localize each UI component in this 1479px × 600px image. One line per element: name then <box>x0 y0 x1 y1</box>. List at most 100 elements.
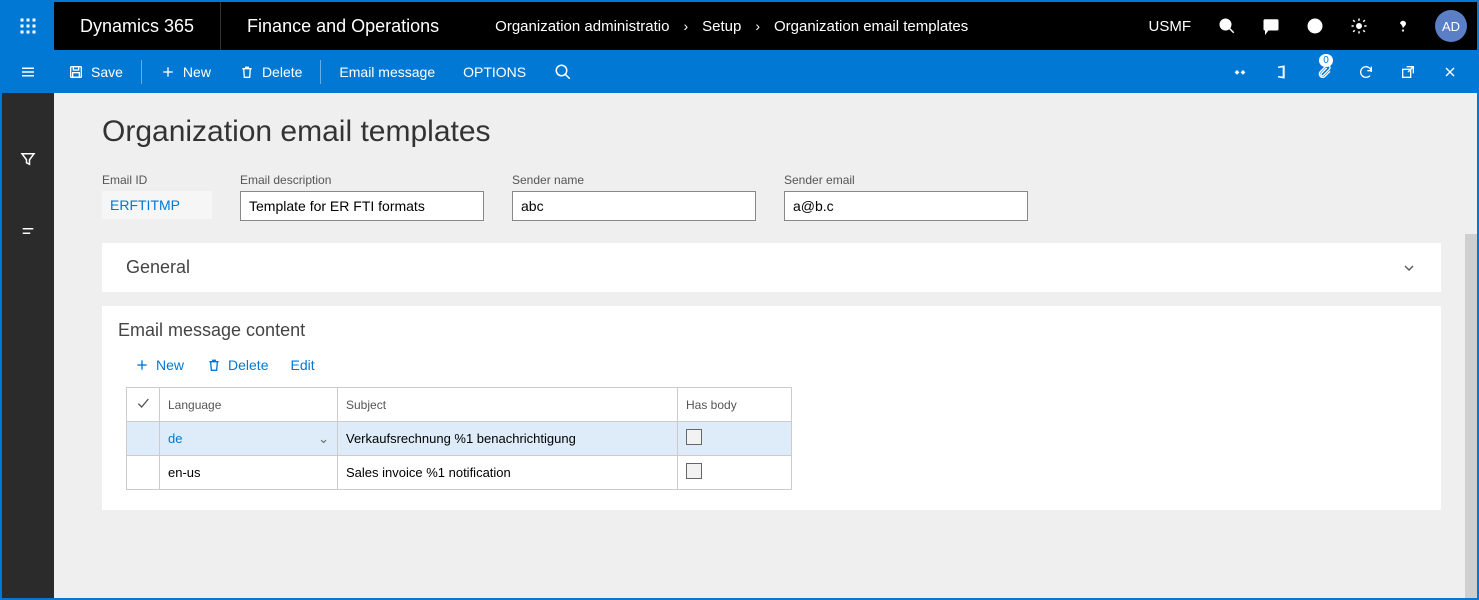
search-icon <box>554 63 572 81</box>
smile-button[interactable] <box>1293 2 1337 50</box>
grid-edit-button[interactable]: Edit <box>290 357 314 373</box>
main-area: Organization email templates Email ID ER… <box>2 93 1477 598</box>
email-content-grid: Language Subject Has body de ⌄ Ve <box>126 387 792 490</box>
email-description-input[interactable] <box>240 191 484 221</box>
breadcrumb-item[interactable]: Organization email templates <box>774 18 968 35</box>
scrollbar[interactable] <box>1465 234 1477 598</box>
funnel-icon <box>19 150 37 168</box>
trash-icon <box>206 357 222 373</box>
app-launcher-button[interactable] <box>2 2 54 50</box>
email-id-value[interactable]: ERFTITMP <box>102 191 212 219</box>
grid-toolbar: New Delete Edit <box>126 347 1417 387</box>
delete-button[interactable]: Delete <box>225 50 316 93</box>
save-button[interactable]: Save <box>54 50 137 93</box>
language-cell[interactable]: de ⌄ <box>160 422 338 456</box>
new-button[interactable]: New <box>146 50 225 93</box>
popout-button[interactable] <box>1387 50 1429 93</box>
col-subject-header[interactable]: Subject <box>338 388 678 422</box>
header-fields: Email ID ERFTITMP Email description Send… <box>102 173 1463 221</box>
gear-icon <box>1350 17 1368 35</box>
subject-cell[interactable]: Verkaufsrechnung %1 benachrichtigung <box>338 422 678 456</box>
grid-edit-label: Edit <box>290 357 314 373</box>
email-message-label: Email message <box>339 64 435 80</box>
office-button[interactable] <box>1261 50 1303 93</box>
hasbody-cell[interactable] <box>678 422 792 456</box>
subject-cell[interactable]: Sales invoice %1 notification <box>338 456 678 490</box>
options-button[interactable]: OPTIONS <box>449 50 540 93</box>
chevron-right-icon: › <box>683 18 688 34</box>
chevron-down-icon <box>1401 260 1417 276</box>
field-label: Email ID <box>102 173 212 187</box>
question-icon <box>1394 17 1412 35</box>
col-language-header[interactable]: Language <box>160 388 338 422</box>
waffle-icon <box>19 17 37 35</box>
office-icon <box>1274 64 1290 80</box>
grid-new-label: New <box>156 357 184 373</box>
chevron-down-icon[interactable]: ⌄ <box>318 431 329 447</box>
help-button[interactable] <box>1381 2 1425 50</box>
settings-button[interactable] <box>1337 2 1381 50</box>
checkbox[interactable] <box>686 429 702 445</box>
hasbody-cell[interactable] <box>678 456 792 490</box>
save-icon <box>68 64 84 80</box>
related-info-button[interactable] <box>2 215 54 247</box>
close-button[interactable] <box>1429 50 1471 93</box>
panel-general-title: General <box>126 257 190 278</box>
search-button[interactable] <box>1205 2 1249 50</box>
table-row[interactable]: de ⌄ Verkaufsrechnung %1 benachrichtigun… <box>127 422 792 456</box>
separator <box>320 60 321 84</box>
hamburger-icon <box>19 63 37 81</box>
field-label: Email description <box>240 173 484 187</box>
company-picker[interactable]: USMF <box>1135 18 1206 35</box>
search-icon <box>1218 17 1236 35</box>
topbar-actions: AD <box>1205 2 1477 50</box>
actionbar-search-button[interactable] <box>540 50 586 93</box>
table-row[interactable]: en-us Sales invoice %1 notification <box>127 456 792 490</box>
separator <box>141 60 142 84</box>
feedback-button[interactable] <box>1249 2 1293 50</box>
close-icon <box>1442 64 1458 80</box>
brand-label[interactable]: Dynamics 365 <box>54 16 220 37</box>
content-area: Organization email templates Email ID ER… <box>54 93 1477 598</box>
filter-button[interactable] <box>2 143 54 175</box>
options-label: OPTIONS <box>463 64 526 80</box>
refresh-button[interactable] <box>1345 50 1387 93</box>
smile-icon <box>1306 17 1324 35</box>
lines-icon <box>19 222 37 240</box>
language-value: de <box>168 431 182 446</box>
language-cell[interactable]: en-us <box>160 456 338 490</box>
trash-icon <box>239 64 255 80</box>
plus-icon <box>134 357 150 373</box>
panel-general: General <box>102 243 1441 292</box>
col-hasbody-header[interactable]: Has body <box>678 388 792 422</box>
nav-toggle-button[interactable] <box>2 63 54 81</box>
app-name-label[interactable]: Finance and Operations <box>221 16 465 37</box>
new-label: New <box>183 64 211 80</box>
chat-icon <box>1262 17 1280 35</box>
sender-email-input[interactable] <box>784 191 1028 221</box>
plus-icon <box>160 64 176 80</box>
row-select-cell[interactable] <box>127 456 160 490</box>
user-avatar[interactable]: AD <box>1435 10 1467 42</box>
save-label: Save <box>91 64 123 80</box>
row-select-cell[interactable] <box>127 422 160 456</box>
grid-delete-button[interactable]: Delete <box>206 357 268 373</box>
breadcrumb-item[interactable]: Organization administratio <box>495 18 669 35</box>
checkmark-icon <box>135 395 151 411</box>
panel-email-content-title: Email message content <box>102 306 1441 347</box>
panel-email-content: Email message content New Delete Edit <box>102 306 1441 510</box>
field-sender-name: Sender name <box>512 173 756 221</box>
grid-new-button[interactable]: New <box>134 357 184 373</box>
sender-name-input[interactable] <box>512 191 756 221</box>
breadcrumb-item[interactable]: Setup <box>702 18 741 35</box>
left-rail <box>2 93 54 598</box>
link-button[interactable] <box>1219 50 1261 93</box>
field-sender-email: Sender email <box>784 173 1028 221</box>
attachment-badge: 0 <box>1319 54 1333 67</box>
col-select-header[interactable] <box>127 388 160 422</box>
checkbox[interactable] <box>686 463 702 479</box>
field-label: Sender name <box>512 173 756 187</box>
email-message-button[interactable]: Email message <box>325 50 449 93</box>
attachments-button[interactable]: 0 <box>1303 50 1345 93</box>
panel-general-header[interactable]: General <box>102 243 1441 292</box>
